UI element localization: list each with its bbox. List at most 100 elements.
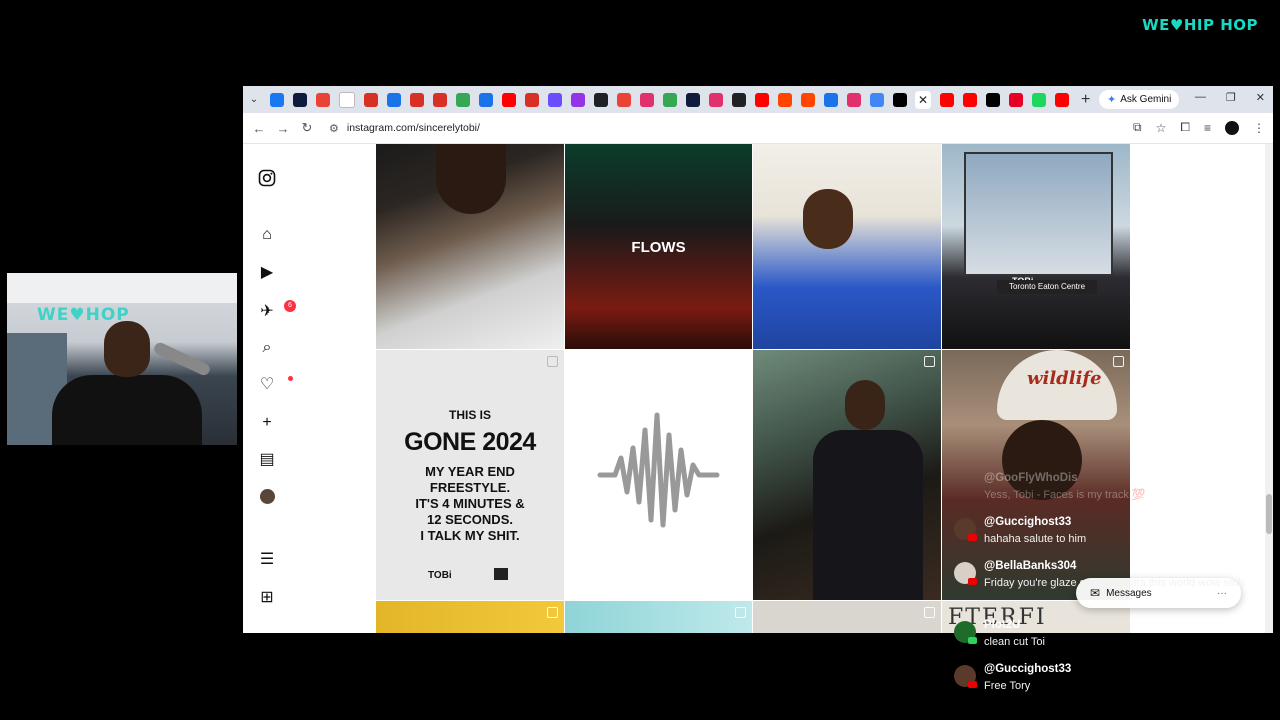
dashboard-icon[interactable]: ▤ [258, 451, 276, 469]
menu-kebab-icon[interactable]: ⋮ [1253, 121, 1265, 135]
tab-favicon[interactable] [409, 92, 424, 107]
tab-favicon[interactable] [1008, 92, 1023, 107]
live-chat-overlay: @GooFlyWhoDis Yess, Tobi - Faces is my t… [948, 470, 1268, 700]
media-icon[interactable]: ≡ [1204, 121, 1211, 135]
post-line: MY YEAR END [425, 464, 515, 479]
streamer-head [104, 321, 150, 377]
carousel-icon [547, 607, 558, 618]
back-icon[interactable]: ← [247, 121, 271, 136]
tab-favicon[interactable] [338, 91, 355, 108]
channel-logo: WE♥HIP HOP [1142, 16, 1258, 34]
tab-favicon[interactable] [708, 92, 723, 107]
close-window-icon[interactable]: ✕ [1256, 91, 1265, 104]
tab-favicon[interactable] [292, 92, 307, 107]
tab-favicon[interactable] [869, 92, 884, 107]
tab-favicon[interactable] [962, 92, 977, 107]
tab-favicon[interactable] [455, 92, 470, 107]
chat-message: @Guccighost33 hahaha salute to him [948, 514, 1268, 554]
tab-favicon[interactable] [985, 92, 1000, 107]
tab-favicon[interactable] [432, 92, 447, 107]
new-tab-button[interactable]: + [1081, 91, 1090, 109]
carousel-icon [924, 607, 935, 618]
post-thumbnail[interactable]: TOBi Toronto Eaton Centre [942, 144, 1130, 349]
url-field[interactable]: ⚙ instagram.com/sincerelytobi/ [323, 118, 1103, 138]
tab-group-right [935, 92, 1073, 107]
extensions-icon[interactable]: ⧠ [1180, 120, 1190, 135]
profile-icon[interactable] [258, 489, 276, 507]
billboard [964, 152, 1113, 276]
post-face [845, 380, 885, 430]
tab-favicon[interactable] [754, 92, 769, 107]
reels-icon[interactable]: ▶ [258, 264, 276, 282]
tab-favicon[interactable] [777, 92, 792, 107]
post-thumbnail[interactable] [565, 601, 752, 633]
post-thumbnail[interactable] [753, 350, 941, 600]
tab-favicon[interactable] [1054, 92, 1069, 107]
tab-favicon[interactable] [593, 92, 608, 107]
chat-text: clean cut Toi [984, 636, 1045, 648]
tab-favicon[interactable] [685, 92, 700, 107]
notification-dot [288, 376, 293, 381]
chat-message: Plot2U clean cut Toi [948, 617, 1268, 657]
carousel-icon [1113, 356, 1124, 367]
tab-favicon[interactable] [823, 92, 838, 107]
also-from-meta-icon[interactable]: ⊞ [258, 589, 276, 607]
chat-message: @GooFlyWhoDis Yess, Tobi - Faces is my t… [948, 470, 1268, 510]
profile-avatar[interactable] [1225, 120, 1239, 135]
tab-favicon[interactable] [846, 92, 861, 107]
post-thumbnail[interactable]: FLOWS [565, 144, 752, 349]
chat-text: Yess, Tobi - Faces is my track 💯 [984, 489, 1146, 501]
home-icon[interactable]: ⌂ [258, 226, 276, 244]
tab-favicon[interactable] [662, 92, 677, 107]
tab-favicon[interactable] [386, 92, 401, 107]
tab-favicon[interactable] [1031, 92, 1046, 107]
create-plus-icon[interactable]: + [258, 414, 276, 432]
post-face [436, 144, 506, 214]
tab-favicon[interactable] [939, 92, 954, 107]
tab-favicon[interactable] [570, 92, 585, 107]
site-info-icon[interactable]: ⚙ [329, 122, 339, 135]
search-icon[interactable]: ⌕ [258, 339, 276, 357]
webcam-wall [7, 273, 237, 303]
tab-favicon[interactable] [478, 92, 493, 107]
tab-favicon[interactable] [616, 92, 631, 107]
bookmark-star-icon[interactable]: ☆ [1156, 121, 1167, 135]
active-tab-close-icon[interactable]: ✕ [915, 90, 931, 109]
post-thumbnail[interactable] [565, 350, 752, 600]
post-thumbnail[interactable] [753, 601, 941, 633]
youtube-icon [968, 681, 977, 688]
instagram-logo-icon[interactable] [258, 169, 276, 187]
post-thumbnail[interactable] [376, 144, 564, 349]
forward-icon[interactable]: → [271, 121, 295, 136]
tab-favicon[interactable] [524, 92, 539, 107]
chat-text: Friday you're glaze game is outta this w… [984, 577, 1245, 589]
tab-search-chevron-icon[interactable]: ⌄ [243, 94, 265, 105]
carousel-icon [924, 356, 935, 367]
post-face [803, 189, 853, 249]
youtube-icon [968, 534, 977, 541]
tab-favicon[interactable] [892, 92, 907, 107]
restore-icon[interactable]: ❐ [1226, 91, 1236, 104]
tab-group [265, 91, 911, 108]
reload-icon[interactable]: ↻ [295, 120, 319, 136]
minimize-icon[interactable]: — [1195, 91, 1206, 104]
notifications-heart-icon[interactable]: ♡ [258, 376, 293, 394]
ask-gemini-button[interactable]: ✦ Ask Gemini [1099, 90, 1180, 109]
install-app-icon[interactable]: ⧉ [1133, 120, 1142, 135]
tab-favicon[interactable] [547, 92, 562, 107]
notification-badge: 6 [284, 300, 296, 312]
direct-messages-icon[interactable]: ✈ 6 [258, 300, 296, 321]
tab-favicon[interactable] [731, 92, 746, 107]
post-freestyle-text[interactable]: THIS IS GONE 2024 MY YEAR END FREESTYLE.… [376, 350, 564, 600]
post-thumbnail[interactable] [376, 601, 564, 633]
instagram-sidebar: ⌂ ▶ ✈ 6 ⌕ ♡ + ▤ ☰ ⊞ [243, 144, 296, 633]
tab-favicon[interactable] [639, 92, 654, 107]
more-menu-icon[interactable]: ☰ [258, 551, 276, 569]
tab-favicon[interactable] [363, 92, 378, 107]
post-line: I TALK MY SHIT. [420, 528, 520, 543]
tab-favicon[interactable] [501, 92, 516, 107]
tab-favicon[interactable] [315, 92, 330, 107]
tab-favicon[interactable] [800, 92, 815, 107]
tab-favicon[interactable] [269, 92, 284, 107]
post-thumbnail[interactable] [753, 144, 941, 349]
